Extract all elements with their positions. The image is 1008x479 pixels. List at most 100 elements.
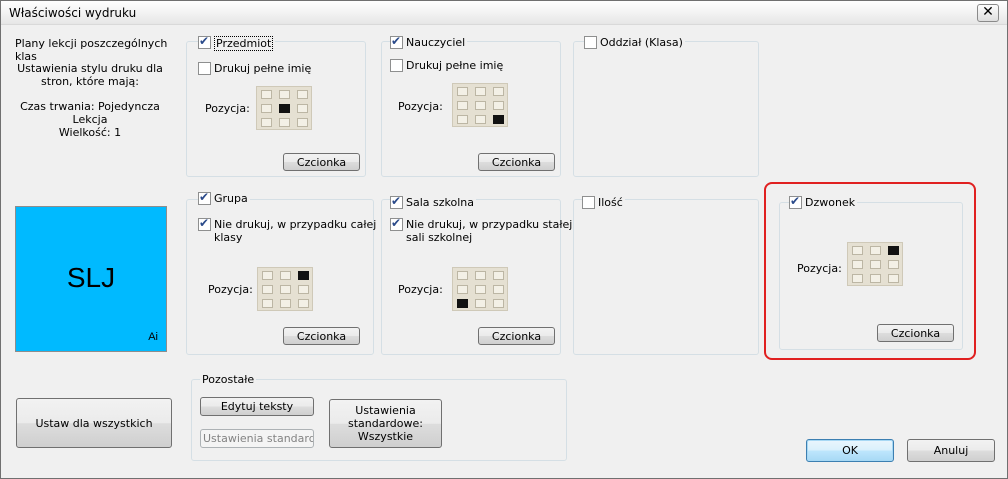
- position-cell[interactable]: [280, 299, 291, 308]
- position-cell[interactable]: [280, 271, 291, 280]
- position-cell[interactable]: [457, 285, 468, 294]
- position-cell[interactable]: [475, 285, 486, 294]
- position-cell[interactable]: [262, 299, 273, 308]
- position-cell[interactable]: [493, 115, 504, 124]
- position-cell[interactable]: [852, 246, 863, 255]
- position-cell[interactable]: [261, 90, 272, 99]
- grupa-position-grid[interactable]: [257, 267, 313, 311]
- nauczyciel-full-name-label[interactable]: Drukuj pełne imię: [406, 59, 503, 72]
- position-cell[interactable]: [852, 260, 863, 269]
- nauczyciel-checkbox-row[interactable]: Nauczyciel: [390, 34, 468, 49]
- sala-no-print-checkbox[interactable]: [390, 216, 403, 231]
- oddzial-checkbox[interactable]: [584, 36, 597, 49]
- sala-no-print-label[interactable]: Nie drukuj, w przypadku stałej sali szkol…: [406, 218, 572, 244]
- grupa-font-button[interactable]: Czcionka: [283, 327, 360, 345]
- position-cell[interactable]: [262, 285, 273, 294]
- nauczyciel-full-name-row[interactable]: Drukuj pełne imię: [390, 59, 503, 72]
- grupa-no-print-checkbox[interactable]: [198, 216, 211, 231]
- position-cell[interactable]: [888, 260, 899, 269]
- cancel-button[interactable]: Anuluj: [907, 439, 995, 462]
- edit-texts-button[interactable]: Edytuj teksty: [200, 397, 314, 416]
- przedmiot-checkbox-row[interactable]: Przedmiot: [198, 34, 276, 51]
- position-cell[interactable]: [493, 285, 504, 294]
- ok-button[interactable]: OK: [806, 439, 894, 462]
- nauczyciel-checkbox[interactable]: [390, 34, 403, 49]
- position-cell[interactable]: [261, 118, 272, 127]
- dzwonek-checkbox-row[interactable]: Dzwonek: [789, 194, 858, 209]
- ilosc-checkbox-row[interactable]: Ilość: [582, 196, 625, 209]
- close-button[interactable]: ✕: [977, 4, 999, 22]
- sala-no-print-line-1[interactable]: Nie drukuj, w przypadku stałej: [406, 218, 572, 231]
- standard-all-line-3[interactable]: Wszystkie: [358, 430, 413, 443]
- ilosc-label[interactable]: Ilość: [598, 196, 623, 209]
- nauczyciel-full-name-checkbox[interactable]: [390, 59, 403, 72]
- dzwonek-font-button[interactable]: Czcionka: [877, 324, 954, 342]
- set-for-all-button[interactable]: Ustaw dla wszystkich: [16, 398, 172, 448]
- position-cell[interactable]: [262, 271, 273, 280]
- position-cell[interactable]: [298, 299, 309, 308]
- position-cell[interactable]: [852, 274, 863, 283]
- grupa-no-print-label[interactable]: Nie drukuj, w przypadku całej klasy: [214, 218, 376, 244]
- position-cell[interactable]: [888, 246, 899, 255]
- przedmiot-font-button[interactable]: Czcionka: [283, 153, 360, 171]
- position-cell[interactable]: [297, 90, 308, 99]
- position-cell[interactable]: [870, 260, 881, 269]
- position-cell[interactable]: [493, 87, 504, 96]
- position-cell[interactable]: [457, 271, 468, 280]
- dzwonek-checkbox[interactable]: [789, 194, 802, 209]
- ilosc-checkbox[interactable]: [582, 196, 595, 209]
- nauczyciel-font-button[interactable]: Czcionka: [478, 153, 555, 171]
- position-cell[interactable]: [261, 104, 272, 113]
- position-cell[interactable]: [298, 285, 309, 294]
- position-cell[interactable]: [475, 115, 486, 124]
- position-cell[interactable]: [297, 118, 308, 127]
- sala-font-button[interactable]: Czcionka: [478, 327, 555, 345]
- position-cell[interactable]: [870, 274, 881, 283]
- nauczyciel-label[interactable]: Nauczyciel: [406, 36, 465, 49]
- position-cell[interactable]: [457, 87, 468, 96]
- position-cell[interactable]: [493, 101, 504, 110]
- position-cell[interactable]: [280, 285, 291, 294]
- sala-position-grid[interactable]: [452, 267, 508, 311]
- position-cell[interactable]: [475, 101, 486, 110]
- przedmiot-checkbox[interactable]: [198, 34, 211, 49]
- oddzial-checkbox-row[interactable]: Oddział (Klasa): [584, 36, 685, 49]
- position-cell[interactable]: [493, 271, 504, 280]
- position-cell[interactable]: [457, 299, 468, 308]
- position-cell[interactable]: [279, 90, 290, 99]
- przedmiot-label[interactable]: Przedmiot: [214, 36, 274, 51]
- dzwonek-label[interactable]: Dzwonek: [805, 196, 855, 209]
- position-cell[interactable]: [870, 246, 881, 255]
- sala-checkbox-row[interactable]: Sala szkolna: [390, 194, 476, 209]
- close-icon[interactable]: ✕: [982, 4, 994, 20]
- przedmiot-full-name-row[interactable]: Drukuj pełne imię: [198, 62, 311, 75]
- position-cell[interactable]: [298, 271, 309, 280]
- standard-all-line-1[interactable]: Ustawienia: [355, 404, 415, 417]
- oddzial-label[interactable]: Oddział (Klasa): [600, 36, 683, 49]
- grupa-checkbox[interactable]: [198, 190, 211, 205]
- grupa-no-print-line-2[interactable]: klasy: [214, 231, 242, 244]
- position-cell[interactable]: [457, 101, 468, 110]
- grupa-checkbox-row[interactable]: Grupa: [198, 190, 250, 205]
- position-cell[interactable]: [475, 87, 486, 96]
- sala-checkbox[interactable]: [390, 194, 403, 209]
- position-cell[interactable]: [475, 271, 486, 280]
- position-cell[interactable]: [279, 118, 290, 127]
- position-cell[interactable]: [888, 274, 899, 283]
- standard-all-line-2[interactable]: standardowe:: [348, 417, 423, 430]
- standard-all-button[interactable]: Ustawienia standardowe: Wszystkie: [329, 399, 442, 448]
- sala-no-print-line-2[interactable]: sali szkolnej: [406, 231, 472, 244]
- dzwonek-position-grid[interactable]: [847, 242, 903, 286]
- position-cell[interactable]: [279, 104, 290, 113]
- sala-no-print-row[interactable]: Nie drukuj, w przypadku stałejsali szkol…: [390, 216, 572, 244]
- position-cell[interactable]: [493, 299, 504, 308]
- position-cell[interactable]: [297, 104, 308, 113]
- grupa-label[interactable]: Grupa: [214, 192, 248, 205]
- nauczyciel-position-grid[interactable]: [452, 83, 508, 127]
- grupa-no-print-row[interactable]: Nie drukuj, w przypadku całejklasy: [198, 216, 376, 244]
- przedmiot-full-name-label[interactable]: Drukuj pełne imię: [214, 62, 311, 75]
- position-cell[interactable]: [475, 299, 486, 308]
- przedmiot-position-grid[interactable]: [256, 86, 312, 130]
- position-cell[interactable]: [457, 115, 468, 124]
- sala-label[interactable]: Sala szkolna: [406, 196, 474, 209]
